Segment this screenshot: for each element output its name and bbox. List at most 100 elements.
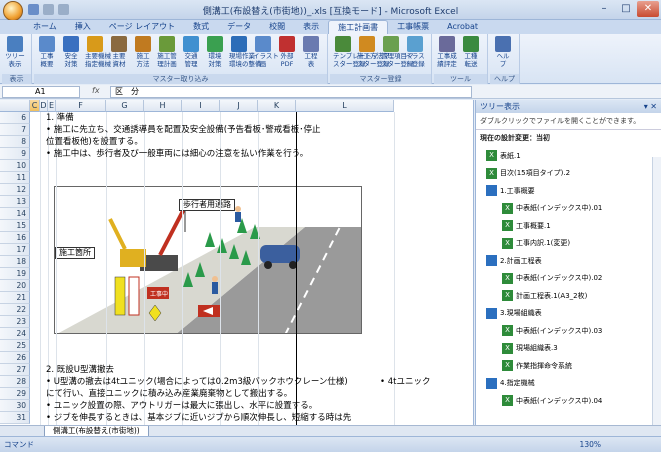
ribbon-button-1-10[interactable]: 外部 PDF	[277, 36, 297, 68]
ribbon-button-2-0[interactable]: テンプレートマ スター登録	[333, 36, 378, 68]
column-header[interactable]: G	[106, 100, 144, 112]
row-header[interactable]: 8	[0, 136, 30, 148]
tree-item[interactable]: 中表紙(インデックス中).01	[502, 202, 602, 214]
row-header[interactable]: 30	[0, 400, 30, 412]
row-header[interactable]: 21	[0, 292, 30, 304]
cell-text[interactable]: にて行い、直接ユニックに積み込み産業廃棄物として搬出する。	[46, 388, 292, 400]
tree-item[interactable]: 1.工事概要	[486, 185, 535, 196]
column-header[interactable]: I	[182, 100, 220, 112]
zoom-level[interactable]: 130%	[580, 437, 601, 452]
ribbon-button-1-0[interactable]: 工事 概要	[37, 36, 57, 68]
tab-5[interactable]: 校閲	[260, 20, 294, 34]
column-header[interactable]: K	[258, 100, 296, 112]
formula-input[interactable]: 区 分	[110, 86, 472, 98]
tree-item[interactable]: 中表紙(インデックス中).04	[502, 395, 602, 406]
row-header[interactable]: 19	[0, 268, 30, 280]
ribbon-button-2-1[interactable]: 施工方法マ スター登録	[357, 36, 390, 68]
tree-item[interactable]: 3.現場組織表	[486, 307, 542, 319]
row-header[interactable]: 7	[0, 124, 30, 136]
cell-text[interactable]: • 施工に先立ち、交通誘導員を配置及安全設備(予告看板･警戒看板･停止	[46, 124, 321, 136]
ribbon-button-4-0[interactable]: ヘル プ	[493, 36, 513, 68]
tree-item[interactable]: 4.指定機械	[486, 377, 535, 389]
cell-text-column-l[interactable]: • 4tユニック	[380, 376, 430, 388]
fx-label[interactable]: fx	[92, 86, 100, 95]
tree-item[interactable]: 工事概要.1	[502, 220, 551, 231]
row-header[interactable]: 17	[0, 244, 30, 256]
row-header[interactable]: 16	[0, 232, 30, 244]
ribbon-button-1-2[interactable]: 主要機械 指定機械	[85, 36, 111, 68]
tab-7[interactable]: 施工計画書	[328, 20, 389, 34]
row-header[interactable]: 22	[0, 304, 30, 316]
row-header[interactable]: 23	[0, 316, 30, 328]
row-header[interactable]: 10	[0, 160, 30, 172]
column-header[interactable]: H	[144, 100, 182, 112]
tab-0[interactable]: ホーム	[24, 20, 66, 34]
tree-item[interactable]: 工事内訳.1(変更)	[502, 237, 570, 249]
row-header[interactable]: 18	[0, 256, 30, 268]
column-header[interactable]: E	[48, 100, 56, 112]
tree-item[interactable]: 作業指揮命令系統	[502, 360, 572, 371]
ribbon-button-0-0[interactable]: ツリー 表示	[5, 36, 25, 68]
tab-9[interactable]: Acrobat	[438, 20, 487, 34]
tree-item[interactable]: 2.計画工程表	[486, 255, 542, 266]
ribbon-button-2-2[interactable]: 管理項目マ スター登録	[381, 36, 414, 68]
tree-scrollbar[interactable]	[652, 157, 661, 425]
row-header[interactable]: 14	[0, 208, 30, 220]
select-all-corner[interactable]	[0, 100, 30, 112]
column-header[interactable]: C	[30, 100, 40, 112]
column-header[interactable]: J	[220, 100, 258, 112]
tree-item[interactable]: 表紙.1	[486, 150, 521, 161]
tab-8[interactable]: 工事帳票	[388, 20, 438, 34]
tab-4[interactable]: データ	[218, 20, 260, 34]
row-header[interactable]: 13	[0, 196, 30, 208]
cell-text[interactable]: 位置看板他)を設置する。	[46, 136, 143, 148]
maximize-button[interactable]: □	[615, 1, 637, 17]
tab-6[interactable]: 表示	[294, 20, 328, 34]
row-header[interactable]: 27	[0, 364, 30, 376]
close-button[interactable]: ✕	[637, 1, 659, 17]
construction-diagram[interactable]: 工事中 歩行者用通路 施工箇所	[54, 186, 362, 334]
row-header[interactable]: 31	[0, 412, 30, 424]
ribbon-button-3-1[interactable]: 工種 転送	[461, 36, 481, 68]
tree-item[interactable]: 計画工程表.1(A3_2枚)	[502, 290, 587, 301]
column-header[interactable]: L	[296, 100, 394, 112]
row-header[interactable]: 25	[0, 340, 30, 352]
ribbon-button-1-5[interactable]: 施工管 理計画	[157, 36, 177, 68]
cell-text[interactable]: • ジブを伸長するときは、基本ジブに近いジブから順次伸長し、短縮する時は先	[46, 412, 351, 424]
row-header[interactable]: 24	[0, 328, 30, 340]
row-header[interactable]: 6	[0, 112, 30, 124]
ribbon-button-1-1[interactable]: 安全 対策	[61, 36, 81, 68]
name-box[interactable]: A1	[2, 86, 80, 98]
row-header[interactable]: 15	[0, 220, 30, 232]
ribbon-button-2-3[interactable]: イラス ト登録	[405, 36, 425, 68]
ribbon-button-1-4[interactable]: 施工 方法	[133, 36, 153, 68]
cell-text[interactable]: • 施工中は、歩行者及び一般車両には細心の注意を払い作業を行う。	[46, 148, 308, 160]
tab-2[interactable]: ページ レイアウト	[100, 20, 184, 34]
cell-text[interactable]: • U型溝の撤去は4tユニック(場合によっては0.2m3級バックホウクレーン仕様…	[46, 376, 348, 388]
ribbon-button-1-6[interactable]: 交通 管理	[181, 36, 201, 68]
tab-3[interactable]: 数式	[184, 20, 218, 34]
tree-item[interactable]: 目次(15項目タイプ).2	[486, 167, 570, 179]
column-header[interactable]: F	[56, 100, 106, 112]
row-header[interactable]: 20	[0, 280, 30, 292]
row-header[interactable]: 26	[0, 352, 30, 364]
row-header[interactable]: 29	[0, 388, 30, 400]
tree-item[interactable]: 現場組織表.3	[502, 342, 558, 354]
worksheet[interactable]: 工事中 歩行者用通路 施工箇所 C D E F G H I J K L 6 7 8 9 10 11 12 13 14…	[0, 100, 474, 425]
row-header[interactable]: 9	[0, 148, 30, 160]
tab-1[interactable]: 挿入	[66, 20, 100, 34]
ribbon-button-3-0[interactable]: 工事成 績評定	[437, 36, 457, 68]
ribbon-button-1-8[interactable]: 現場作業 環境の整備	[229, 36, 262, 68]
row-header[interactable]: 12	[0, 184, 30, 196]
tree-item[interactable]: 中表紙(インデックス中).02	[502, 272, 602, 284]
column-header[interactable]: D	[40, 100, 48, 112]
row-header[interactable]: 11	[0, 172, 30, 184]
ribbon-button-1-9[interactable]: イラスト 画	[253, 36, 279, 68]
ribbon-button-1-3[interactable]: 主要 資材	[109, 36, 129, 68]
minimize-button[interactable]: –	[593, 1, 615, 17]
close-icon[interactable]: ▾ ✕	[644, 100, 657, 113]
ribbon-button-1-7[interactable]: 環境 対策	[205, 36, 225, 68]
tree-item[interactable]: 中表紙(インデックス中).03	[502, 325, 602, 336]
ribbon-button-1-11[interactable]: 工程 表	[301, 36, 321, 68]
cell-text[interactable]: 2. 既設U型溝撤去	[46, 364, 114, 376]
